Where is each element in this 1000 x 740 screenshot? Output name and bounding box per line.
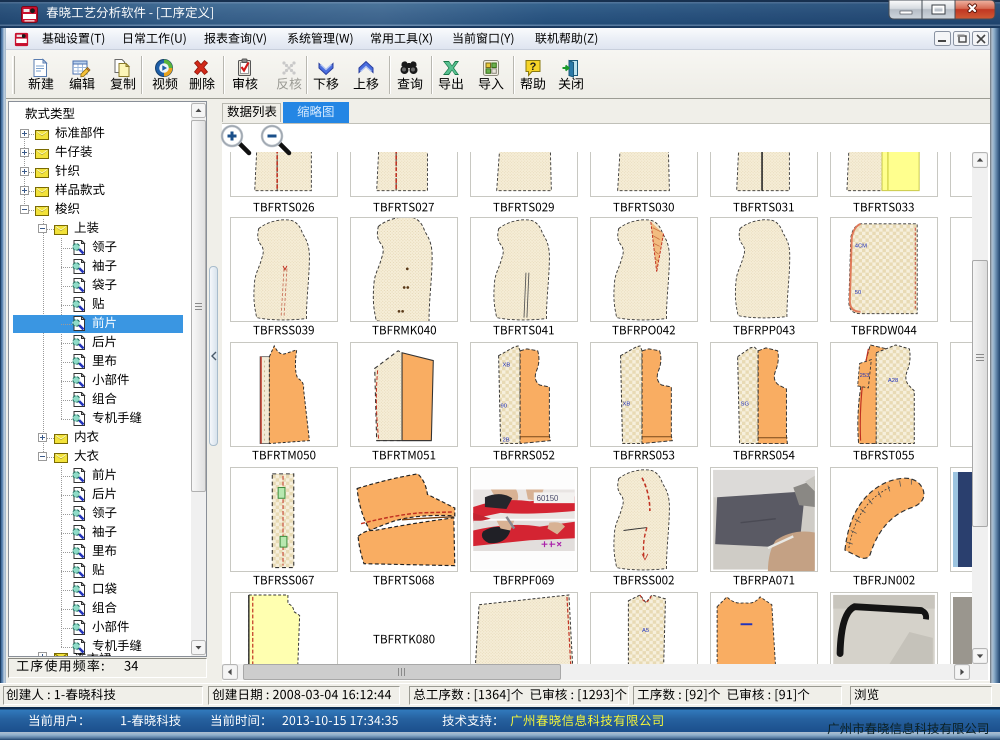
svg-text:XB: XB bbox=[503, 362, 511, 368]
svg-text:2B: 2B bbox=[503, 437, 510, 443]
svg-text:50: 50 bbox=[855, 290, 862, 296]
svg-text:60150: 60150 bbox=[537, 494, 559, 503]
svg-text:XB: XB bbox=[623, 401, 631, 407]
svg-text:253: 253 bbox=[860, 373, 870, 379]
svg-text:?: ? bbox=[530, 61, 537, 73]
svg-text:4CM: 4CM bbox=[855, 243, 867, 249]
svg-text:SG: SG bbox=[741, 401, 750, 407]
svg-text:A28: A28 bbox=[888, 378, 898, 384]
svg-text:90: 90 bbox=[501, 403, 508, 409]
svg-text:A5: A5 bbox=[642, 628, 649, 634]
